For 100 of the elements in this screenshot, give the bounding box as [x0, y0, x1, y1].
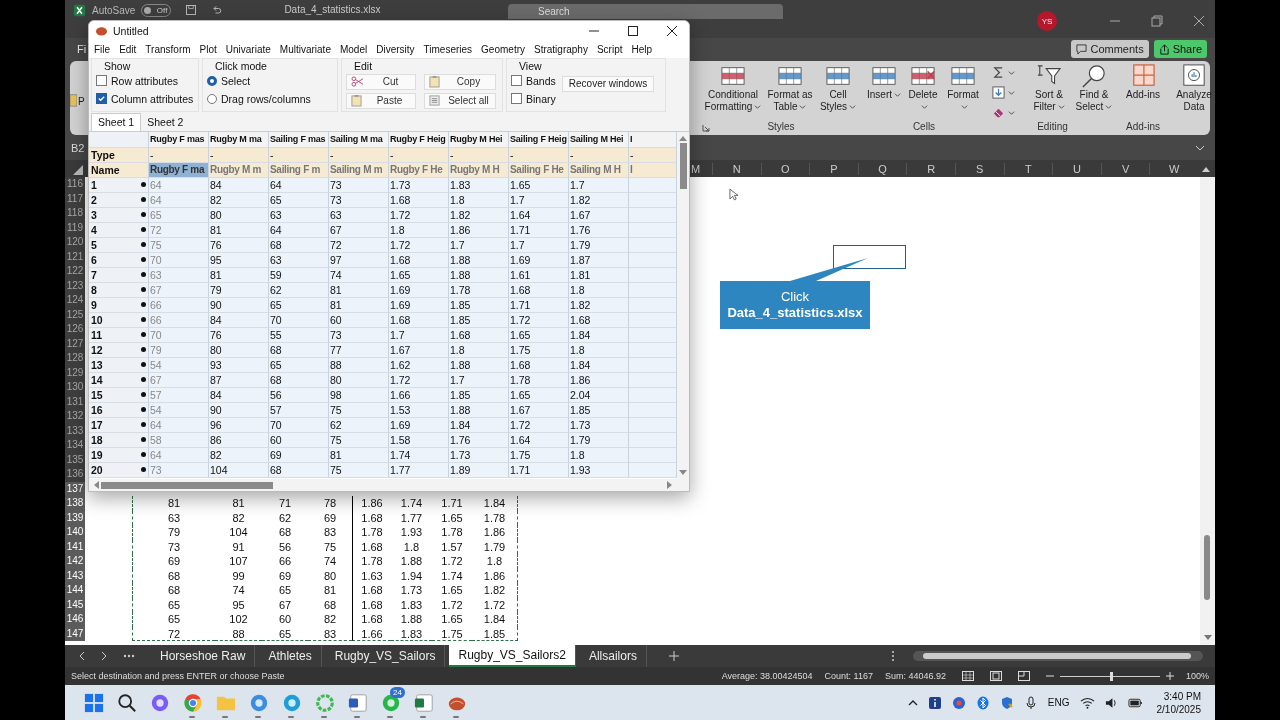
table-cell[interactable]: Sailing M m: [329, 162, 389, 178]
spreadsheet-icon[interactable]: [413, 692, 434, 713]
table-cell[interactable]: Sailing F He: [509, 162, 569, 178]
column-header[interactable]: M: [690, 162, 712, 175]
table-cell[interactable]: 1.68: [449, 327, 509, 343]
table-cell[interactable]: 64: [269, 177, 329, 193]
copy-button[interactable]: Copy: [424, 73, 496, 90]
table-cell[interactable]: 1.69: [509, 252, 569, 268]
table-cell[interactable]: 82: [209, 447, 269, 463]
circle-app-icon[interactable]: [951, 695, 966, 710]
table-cell[interactable]: 1.69: [389, 297, 449, 313]
table-cell[interactable]: Rugby M H: [449, 162, 509, 178]
checkbox[interactable]: [96, 75, 107, 87]
table-cell[interactable]: 75: [329, 432, 389, 448]
table-cell[interactable]: 1.79: [569, 432, 629, 448]
table-cell[interactable]: 1.78: [509, 372, 569, 388]
horizontal-scrollbar[interactable]: [913, 651, 1203, 661]
table-cell[interactable]: 1.72: [509, 417, 569, 433]
circle-app-icon[interactable]: [248, 692, 269, 713]
table-cell[interactable]: 90: [209, 297, 269, 313]
table-cell[interactable]: 1.86: [569, 372, 629, 388]
microphone-icon[interactable]: [1023, 695, 1038, 710]
clipboard-icon[interactable]: [70, 93, 77, 107]
menu-item[interactable]: File: [94, 43, 111, 55]
column-header[interactable]: Sailing M Hei: [569, 131, 629, 148]
table-cell[interactable]: 84: [209, 312, 269, 328]
table-cell[interactable]: 75: [329, 402, 389, 418]
table-cell[interactable]: 1.62: [389, 357, 449, 373]
table-cell[interactable]: 1.88: [449, 402, 509, 418]
table-cell[interactable]: 64: [269, 222, 329, 238]
table-cell[interactable]: 65: [269, 297, 329, 313]
menu-item[interactable]: Edit: [119, 43, 137, 55]
table-cell[interactable]: 1.88: [449, 357, 509, 373]
delete-button[interactable]: Delete: [905, 63, 941, 121]
sheet-tab[interactable]: Sheet 2: [141, 112, 190, 131]
zoom-out-icon[interactable]: [1045, 672, 1054, 680]
windows-logo-icon[interactable]: [83, 692, 104, 713]
table-cell[interactable]: 75: [329, 462, 389, 478]
table-cell[interactable]: 1.67: [389, 342, 449, 358]
table-cell[interactable]: 74: [329, 267, 389, 283]
scroll-up-icon[interactable]: [1202, 165, 1211, 172]
sheet-tab[interactable]: Rugby_VS_Sailors2: [449, 645, 576, 667]
checkbox-label[interactable]: Row attributes: [111, 74, 179, 87]
table-cell[interactable]: 72: [329, 237, 389, 253]
table-cell[interactable]: 1.69: [389, 417, 449, 433]
recover-windows-button[interactable]: Recover windows: [561, 75, 655, 92]
share-button[interactable]: Share: [1153, 40, 1207, 58]
table-cell[interactable]: 55: [269, 327, 329, 343]
table-cell[interactable]: 1.61: [509, 267, 569, 283]
table-cell[interactable]: 63: [269, 207, 329, 223]
row-number[interactable]: 142: [65, 554, 85, 569]
row-number[interactable]: 116: [65, 177, 85, 192]
row-number[interactable]: 126: [65, 322, 85, 337]
table-cell[interactable]: 81: [329, 447, 389, 463]
radio-label[interactable]: Drag rows/columns: [221, 92, 311, 105]
table-cell[interactable]: 70: [269, 417, 329, 433]
table-cell[interactable]: 2.04: [569, 387, 629, 403]
table-cell[interactable]: 1.8: [449, 192, 509, 208]
table-cell[interactable]: 68: [269, 342, 329, 358]
table-cell[interactable]: 1.76: [569, 222, 629, 238]
table-cell[interactable]: 76: [209, 237, 269, 253]
table-cell[interactable]: 77: [329, 342, 389, 358]
save-icon[interactable]: [185, 4, 198, 16]
row-number[interactable]: 122: [65, 264, 85, 279]
styles-button[interactable]: Cell Styles: [818, 63, 858, 121]
table-cell[interactable]: 65: [269, 192, 329, 208]
row-number[interactable]: 134: [65, 438, 85, 453]
search-field[interactable]: Search: [508, 4, 783, 19]
table-cell[interactable]: 93: [209, 357, 269, 373]
table-cell[interactable]: 1.82: [449, 207, 509, 223]
select-all-corner-icon[interactable]: [73, 165, 83, 175]
table-cell[interactable]: 1.77: [389, 462, 449, 478]
row-number[interactable]: 146: [65, 612, 85, 627]
user-avatar[interactable]: YS: [1037, 11, 1057, 31]
chevron-up-icon[interactable]: [907, 699, 918, 706]
dialog-launcher-icon[interactable]: [702, 124, 710, 132]
column-header[interactable]: Sailing F Heig: [509, 131, 569, 148]
table-cell[interactable]: 73: [329, 177, 389, 193]
table-cell[interactable]: 1.73: [449, 447, 509, 463]
circle-app-icon[interactable]: [380, 692, 401, 713]
table-cell[interactable]: Sailing F m: [269, 162, 329, 178]
table-cell[interactable]: -: [509, 147, 569, 163]
normal-view-icon[interactable]: [961, 671, 974, 681]
menu-item[interactable]: Model: [339, 43, 368, 55]
page-layout-icon[interactable]: [989, 671, 1002, 681]
slider-thumb[interactable]: [1109, 671, 1113, 681]
column-header[interactable]: W: [1149, 162, 1198, 175]
table-cell[interactable]: 1.72: [389, 207, 449, 223]
table-cell[interactable]: 1.75: [509, 447, 569, 463]
table-cell[interactable]: 96: [209, 417, 269, 433]
scroll-down-icon[interactable]: [1204, 635, 1212, 641]
table-cell[interactable]: 104: [209, 462, 269, 478]
restore-icon[interactable]: [1151, 15, 1163, 27]
column-header[interactable]: V: [1100, 162, 1150, 175]
table-cell[interactable]: 1.8: [569, 282, 629, 298]
table-cell[interactable]: 1.8: [569, 342, 629, 358]
cut-off-label[interactable]: P: [78, 96, 85, 107]
table-cell[interactable]: 73: [329, 327, 389, 343]
table-cell[interactable]: 1.86: [449, 222, 509, 238]
column-header[interactable]: Rugby F Heig: [389, 131, 449, 148]
